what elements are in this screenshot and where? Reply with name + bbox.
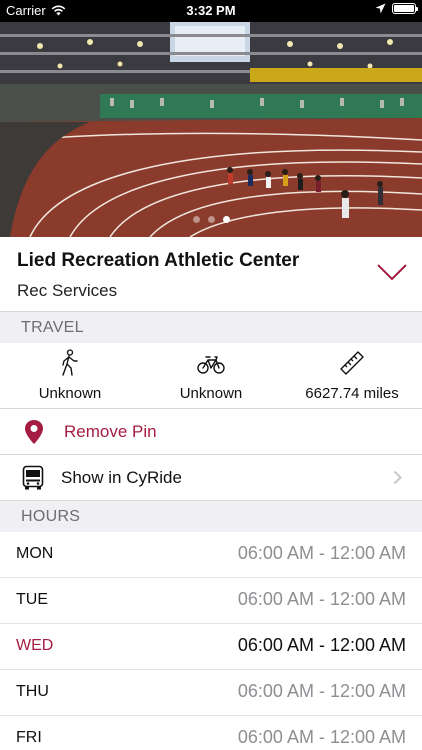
battery-icon [392,3,418,14]
chevron-right-icon [393,470,402,485]
hours-row: MON 06:00 AM - 12:00 AM [0,532,422,578]
remove-pin-button[interactable]: Remove Pin [0,409,422,455]
hours-section-header: HOURS [0,501,422,532]
hours-value: 06:00 AM - 12:00 AM [237,589,406,609]
day-label: MON [16,545,54,562]
hours-value: 06:00 AM - 12:00 AM [237,543,406,563]
location-arrow-icon [375,3,386,14]
travel-info-row: Unknown Unknown 6627.74 miles [0,343,422,409]
hours-row: TUE 06:00 AM - 12:00 AM [0,578,422,624]
ruler-icon [340,351,364,375]
day-label: TUE [16,591,48,608]
place-header: Lied Recreation Athletic Center Rec Serv… [0,237,422,312]
day-label: FRI [16,729,42,746]
walking-time: Unknown [0,343,140,409]
carousel-dot-active[interactable] [222,216,230,223]
map-pin-icon [25,420,43,444]
carousel-dot[interactable] [192,216,200,223]
hours-value: 06:00 AM - 12:00 AM [237,635,406,655]
hours-value: 06:00 AM - 12:00 AM [237,727,406,747]
hours-row: THU 06:00 AM - 12:00 AM [0,670,422,716]
travel-section-header: TRAVEL [0,312,422,343]
place-category: Rec Services [17,281,118,300]
status-bar: Carrier 3:32 PM [0,0,422,22]
chevron-down-icon[interactable] [376,261,408,283]
hero-image-carousel[interactable] [0,22,422,237]
show-in-cyride-label: Show in CyRide [61,468,182,487]
hours-row-today: WED 06:00 AM - 12:00 AM [0,624,422,670]
distance-value: 6627.74 miles [305,385,399,402]
carousel-dot[interactable] [207,216,215,223]
bus-icon [22,465,44,490]
bicycle-icon [197,356,225,374]
place-title: Lied Recreation Athletic Center [17,250,300,271]
day-label: THU [16,683,49,700]
hours-value: 06:00 AM - 12:00 AM [237,681,406,701]
status-time: 3:32 PM [186,3,236,18]
indoor-track-image [0,22,422,237]
walking-person-icon [62,349,78,376]
walking-time-value: Unknown [38,385,102,402]
biking-time: Unknown [141,343,281,409]
biking-time-value: Unknown [179,385,243,402]
carousel-page-indicator[interactable] [0,216,422,223]
distance: 6627.74 miles [282,343,422,409]
hours-row: FRI 06:00 AM - 12:00 AM [0,716,422,750]
show-in-cyride-button[interactable]: Show in CyRide [0,455,422,501]
day-label: WED [16,637,54,654]
remove-pin-label: Remove Pin [64,422,157,441]
